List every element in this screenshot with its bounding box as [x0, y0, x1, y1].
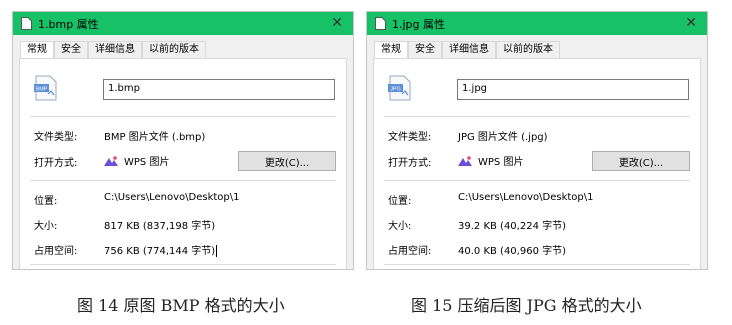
- jpg-file-icon: JPG: [388, 75, 411, 101]
- tab-details[interactable]: 详细信息: [88, 41, 142, 59]
- size-label: 大小:: [388, 221, 412, 232]
- file-type-value: JPG 图片文件 (.jpg): [458, 132, 548, 143]
- tab-previous-versions[interactable]: 以前的版本: [496, 41, 560, 59]
- divider: [384, 180, 690, 181]
- general-panel: JPG 1.jpg 文件类型: JPG 图片文件 (.jpg) 打开方式: WP…: [373, 58, 701, 269]
- divider: [384, 116, 690, 117]
- figure-caption-left: 图 14 原图 BMP 格式的大小: [77, 296, 285, 315]
- general-panel: BMP 1.bmp 文件类型: BMP 图片文件 (.bmp) 打开方式: WP…: [19, 58, 347, 269]
- tab-details[interactable]: 详细信息: [442, 41, 496, 59]
- filename-input[interactable]: 1.jpg: [457, 79, 689, 100]
- tab-bar: 常规 安全 详细信息 以前的版本: [367, 39, 707, 60]
- change-button[interactable]: 更改(C)...: [592, 151, 690, 171]
- location-value: C:\Users\Lenovo\Desktop\1: [458, 192, 594, 203]
- opens-with-app-name: WPS 图片: [478, 157, 524, 168]
- icon-label: BMP: [36, 87, 48, 93]
- location-label: 位置:: [388, 196, 412, 207]
- opens-with-app: WPS 图片: [458, 153, 523, 168]
- disk-size-label: 占用空间:: [388, 246, 432, 257]
- opens-with-label: 打开方式:: [34, 158, 78, 169]
- opens-with-label: 打开方式:: [388, 158, 432, 169]
- divider: [30, 180, 336, 181]
- file-type-value: BMP 图片文件 (.bmp): [104, 132, 206, 143]
- tab-bar: 常规 安全 详细信息 以前的版本: [13, 39, 353, 60]
- close-icon[interactable]: ✕: [685, 15, 697, 32]
- disk-size-value: 756 KB (774,144 字节): [104, 242, 218, 257]
- size-value: 39.2 KB (40,224 字节): [458, 221, 567, 232]
- wps-picture-icon: [104, 155, 118, 166]
- divider: [384, 264, 690, 265]
- bmp-file-icon: BMP: [34, 75, 57, 101]
- opens-with-app-name: WPS 图片: [124, 157, 170, 168]
- figure-caption-right: 图 15 压缩后图 JPG 格式的大小: [411, 296, 642, 315]
- filename-input[interactable]: 1.bmp: [103, 79, 335, 100]
- location-value: C:\Users\Lenovo\Desktop\1: [104, 192, 240, 203]
- divider: [30, 264, 336, 265]
- file-icon: [21, 17, 32, 30]
- properties-dialog-bmp: 1.bmp 属性 ✕ 常规 安全 详细信息 以前的版本 BMP 1.bmp 文件…: [12, 11, 354, 270]
- size-label: 大小:: [34, 221, 58, 232]
- title-bar[interactable]: 1.jpg 属性 ✕: [367, 12, 707, 35]
- tab-security[interactable]: 安全: [54, 41, 88, 59]
- tab-security[interactable]: 安全: [408, 41, 442, 59]
- title-bar[interactable]: 1.bmp 属性 ✕: [13, 12, 353, 35]
- file-icon: [375, 17, 386, 30]
- close-icon[interactable]: ✕: [331, 15, 343, 32]
- window-title: 1.jpg 属性: [392, 17, 446, 31]
- file-type-label: 文件类型:: [388, 132, 432, 143]
- change-button[interactable]: 更改(C)...: [238, 151, 336, 171]
- opens-with-app: WPS 图片: [104, 153, 169, 168]
- text-cursor: [216, 245, 218, 257]
- icon-label: JPG: [390, 87, 401, 93]
- disk-size-value: 40.0 KB (40,960 字节): [458, 246, 567, 257]
- size-value: 817 KB (837,198 字节): [104, 221, 216, 232]
- location-label: 位置:: [34, 196, 58, 207]
- file-type-label: 文件类型:: [34, 132, 78, 143]
- window-title: 1.bmp 属性: [38, 17, 99, 31]
- tab-previous-versions[interactable]: 以前的版本: [142, 41, 206, 59]
- wps-picture-icon: [458, 155, 472, 166]
- disk-size-text: 756 KB (774,144 字节): [104, 246, 216, 257]
- disk-size-label: 占用空间:: [34, 246, 78, 257]
- divider: [30, 116, 336, 117]
- properties-dialog-jpg: 1.jpg 属性 ✕ 常规 安全 详细信息 以前的版本 JPG 1.jpg 文件…: [366, 11, 708, 270]
